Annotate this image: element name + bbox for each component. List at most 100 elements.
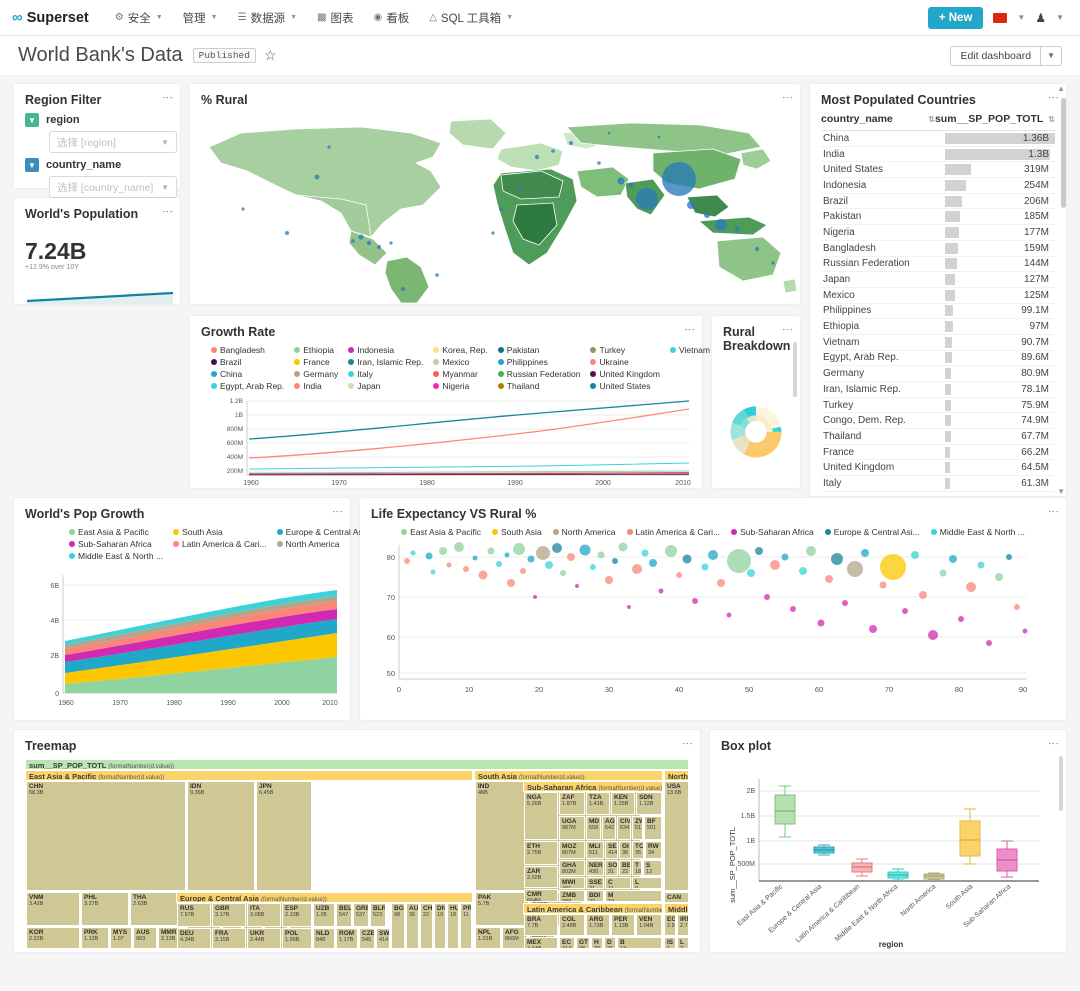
scrollbar-thumb[interactable] [1061,98,1066,208]
chevron-down-icon[interactable]: ▼ [1041,45,1062,66]
treemap-leaf[interactable]: L2 [677,937,689,949]
treemap-leaf[interactable]: GI 36 [619,841,631,859]
table-row[interactable]: Russian Federation 144M [821,257,1055,273]
filter-region-select[interactable]: 选择 [region] ▼ [49,131,177,153]
pop-growth-legend-item[interactable]: South Asia [173,527,267,537]
treemap-leaf[interactable]: ZAR 2.02B [524,866,558,888]
treemap-group-sub-saharan-africa[interactable]: Sub-Saharan Africa (formatNumber(d.value… [523,781,663,792]
treemap-leaf[interactable]: TZA 1.41B [586,792,610,815]
treemap-leaf[interactable]: D 21 [604,937,616,949]
growth-rate-legend-item[interactable]: Iran, Islamic Rep. [348,357,423,367]
life-expectancy-legend-item[interactable]: Latin America & Cari... [626,527,720,537]
life-expectancy-legend-item[interactable]: North America [552,527,616,537]
table-row[interactable]: Germany 80.9M [821,366,1055,382]
table-row[interactable]: Pakistan 185M [821,209,1055,226]
treemap-leaf[interactable]: MD 658 [586,816,601,840]
nav-item-security[interactable]: ⚙ 安全 ▼ [105,0,173,36]
panel-scrollbar[interactable] [793,342,798,482]
treemap-leaf[interactable]: DEU 4.34B [177,928,211,949]
growth-rate-legend-item[interactable]: France [294,357,338,367]
column-header-population[interactable]: sum__SP_POP_TOTL ⇅ [935,113,1055,125]
chevron-down-icon[interactable]: ▼ [1017,13,1025,22]
card-menu-icon[interactable]: ⋮ [1047,738,1059,749]
status-badge[interactable]: Published [192,48,256,63]
treemap-leaf[interactable]: CHN 58.3B [26,781,186,891]
growth-rate-legend-item[interactable]: Bangladesh [211,345,284,355]
treemap-leaf[interactable]: ZAF 1.87B [559,792,585,815]
treemap-plot[interactable]: sum__SP_POP_TOTL (formatNumber(d.value))… [25,759,689,949]
card-menu-icon[interactable]: ⋮ [161,206,173,217]
table-row[interactable]: Thailand 67.7M [821,429,1055,445]
growth-rate-legend-item[interactable]: Nigeria [433,381,487,391]
new-button[interactable]: + New [927,6,984,29]
table-row[interactable]: Brazil 206M [821,194,1055,210]
treemap-leaf[interactable]: AUS 903 [133,927,157,949]
nav-item-dashboards[interactable]: ◉ 看板 [363,0,419,36]
treemap-leaf[interactable]: NLD 848 [313,928,335,949]
treemap-leaf[interactable]: NPL 1.01B [475,927,501,949]
nav-item-sql-toolbox[interactable]: △ SQL 工具箱 ▼ [419,0,523,36]
table-row[interactable]: Italy 61.3M [821,476,1055,492]
table-row[interactable]: Nigeria 177M [821,225,1055,241]
treemap-leaf[interactable]: MWI 401 [559,877,585,889]
growth-rate-legend-item[interactable]: Japan [348,381,423,391]
treemap-leaf[interactable]: CAN [664,892,689,903]
treemap-leaf[interactable]: KOR 2.22B [26,927,80,949]
treemap-leaf[interactable]: L9 [632,877,662,889]
table-row[interactable]: Philippines 99.1M [821,304,1055,320]
treemap-leaf[interactable]: VNM 3.42B [26,892,80,926]
growth-rate-legend-item[interactable]: Russian Federation [497,369,580,379]
growth-rate-legend-item[interactable]: Egypt, Arab Rep. [211,381,284,391]
growth-rate-legend-item[interactable]: Indonesia [348,345,423,355]
life-expectancy-legend-item[interactable]: Sub-Saharan Africa [731,527,814,537]
sunburst-chart[interactable] [723,359,789,488]
panel-scrollbar[interactable] [1059,756,1064,946]
treemap-leaf[interactable]: PAK 5.7B [475,892,529,926]
world-choropleth-map[interactable] [201,113,799,304]
treemap-leaf[interactable]: COL 2.48B [559,914,585,936]
growth-rate-legend-item[interactable]: India [294,381,338,391]
treemap-leaf[interactable]: NGA 5.26B [524,792,558,840]
edit-dashboard-button[interactable]: Edit dashboard [950,45,1042,66]
treemap-leaf[interactable]: ESP 2.13B [282,903,312,927]
table-row[interactable]: India 1.3B [821,147,1055,163]
treemap-leaf[interactable]: GT 98 [576,937,590,949]
scrollbar-thumb[interactable] [793,342,797,397]
column-header-country-name[interactable]: country_name ⇅ [821,113,935,125]
treemap-leaf[interactable]: SOI31 [605,860,618,876]
growth-rate-legend-item[interactable]: Vietnam [669,345,710,355]
growth-rate-legend-item[interactable]: Italy [348,369,423,379]
treemap-leaf[interactable]: ETH 2.75B [524,841,558,865]
table-row[interactable]: Turkey 75.9M [821,398,1055,414]
table-row[interactable]: United Kingdom 64.5M [821,460,1055,477]
card-menu-icon[interactable]: ⋮ [781,92,793,103]
treemap-group-south-asia[interactable]: South Asia (formatNumber(d.value)) [474,770,663,781]
table-row[interactable]: Mexico 125M [821,288,1055,304]
treemap-leaf[interactable]: UGA 987M [559,816,585,840]
card-menu-icon[interactable]: ⋮ [1047,506,1059,517]
user-avatar-icon[interactable]: ♟ [1035,11,1046,25]
treemap-leaf[interactable]: VEN 1.04B [636,914,662,936]
pop-growth-legend-item[interactable]: Latin America & Cari... [173,539,267,549]
pop-growth-legend-item[interactable]: East Asia & Pacific [69,527,163,537]
treemap-leaf[interactable]: S 12 [643,860,662,876]
treemap-leaf[interactable]: MLI 511 [586,841,604,859]
nav-item-manage[interactable]: 管理 ▼ [173,0,228,36]
treemap-leaf[interactable]: PER 1.13B [611,914,635,936]
treemap-group-north-america[interactable]: North America [664,770,689,781]
chevron-down-icon[interactable]: ▼ [1057,487,1065,496]
treemap-leaf[interactable]: PRK 1.12B [81,927,109,949]
treemap-leaf[interactable]: MYS 1.07 [110,927,132,949]
life-expectancy-legend-item[interactable]: South Asia [492,527,542,537]
treemap-group-europe-central-asia[interactable]: Europe & Central Asia (formatNumber(d.va… [176,892,473,903]
table-row[interactable]: United States 319M [821,162,1055,179]
treemap-group-latin-america-caribbean[interactable]: Latin America & Caribbean (formatNumber(… [523,903,663,914]
growth-rate-legend-item[interactable]: Turkey [590,345,659,355]
treemap-leaf[interactable]: ZMB 388 [559,890,585,902]
table-row[interactable]: Ethiopia 97M [821,319,1055,335]
treemap-leaf[interactable]: SSE 21 [586,877,604,889]
china-flag-icon[interactable] [993,12,1008,23]
table-scrollbar[interactable]: ▲ ▼ [1057,84,1067,496]
treemap-leaf[interactable]: SDN 1.12B [636,792,662,815]
treemap-leaf[interactable]: ITA 3.08B [247,903,281,927]
